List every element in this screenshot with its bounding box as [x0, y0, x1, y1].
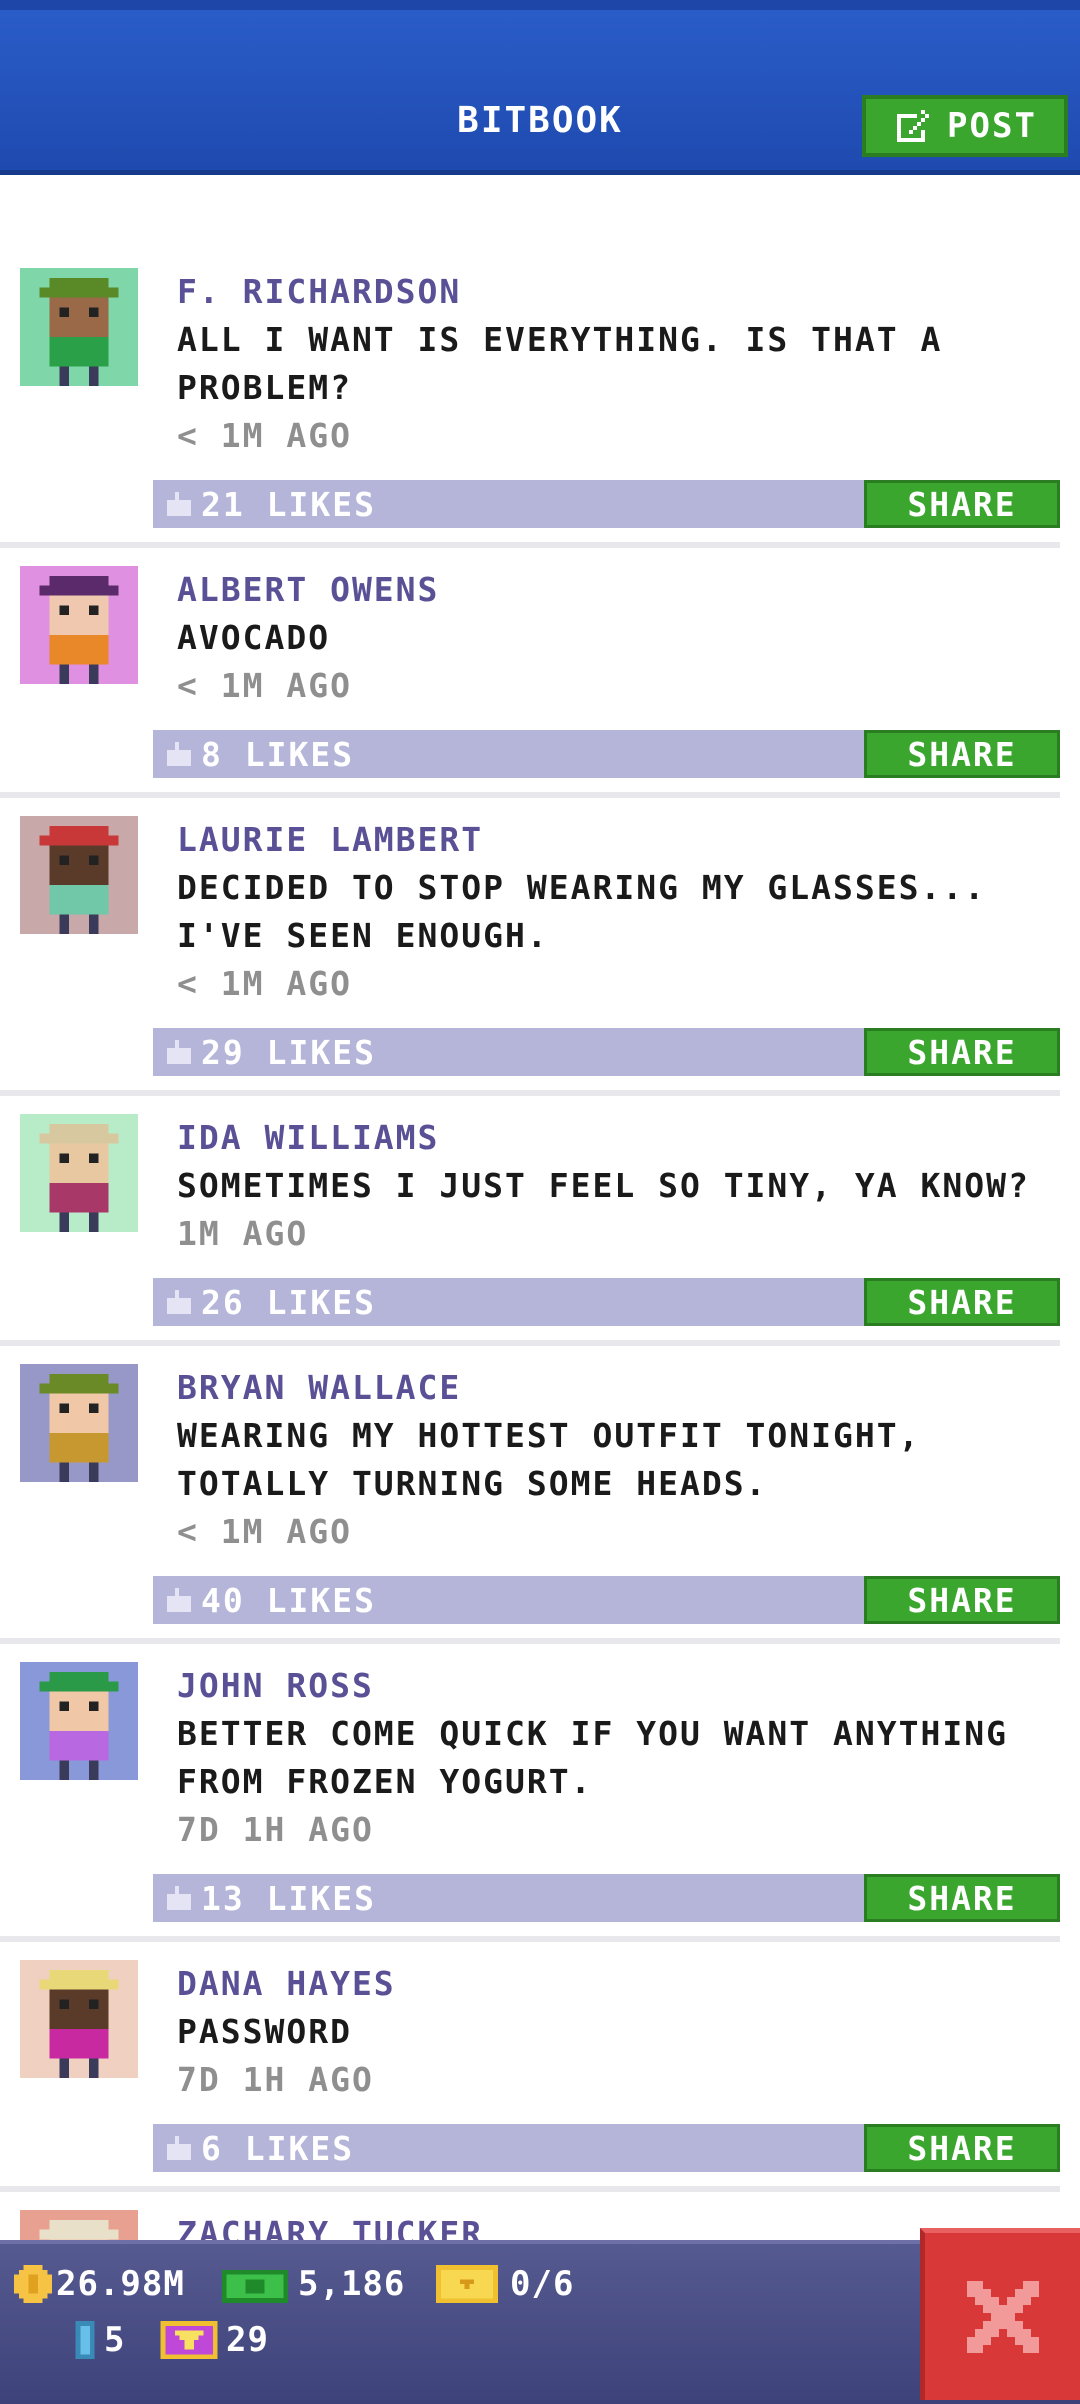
post-timestamp: < 1M AGO [177, 964, 352, 1003]
close-icon [966, 2280, 1039, 2353]
feed-post: DANA HAYES PASSWORD 7D 1H AGO 6 LIKES SHARE [0, 1942, 1080, 2192]
post-timestamp: 1M AGO [177, 1214, 309, 1253]
post-author: DANA HAYES [177, 1964, 396, 2003]
likes-bar[interactable]: 40 LIKES SHARE [153, 1576, 1060, 1624]
like-icon [167, 1290, 191, 1314]
post-timestamp: 7D 1H AGO [177, 1810, 374, 1849]
post-message-line: FROM FROZEN YOGURT. [177, 1762, 593, 1801]
post-author: BRYAN WALLACE [177, 1368, 462, 1407]
like-icon [167, 1886, 191, 1910]
likes-count: 8 LIKES [201, 734, 355, 774]
post-timestamp: < 1M AGO [177, 1512, 352, 1551]
post-message-line: DECIDED TO STOP WEARING MY GLASSES... [177, 868, 987, 907]
share-button[interactable]: SHARE [864, 1874, 1060, 1922]
avatar[interactable] [20, 816, 138, 934]
feed-list[interactable]: F. RICHARDSON ALL I WANT IS EVERYTHING. I… [0, 180, 1080, 2328]
close-button[interactable] [920, 2228, 1080, 2400]
avatar-sprite [39, 1123, 119, 1232]
post-message-line: TOTALLY TURNING SOME HEADS. [177, 1464, 768, 1503]
post-message-line: SOMETIMES I JUST FEEL SO TINY, YA KNOW? [177, 1166, 1030, 1205]
likes-bar[interactable]: 8 LIKES SHARE [153, 730, 1060, 778]
avatar-sprite [39, 1373, 119, 1482]
avatar[interactable] [20, 268, 138, 386]
elevator-icon [75, 2321, 95, 2359]
elevator-value: 5 [104, 2320, 126, 2360]
vip-icon [160, 2321, 218, 2359]
likes-count: 13 LIKES [201, 1878, 376, 1918]
elevator-stat: 5 [74, 2320, 125, 2360]
post-message-line: ALL I WANT IS EVERYTHING. IS THAT A [177, 320, 943, 359]
post-author: IDA WILLIAMS [177, 1118, 440, 1157]
bux-value: 5,186 [298, 2264, 406, 2304]
feed-post: F. RICHARDSON ALL I WANT IS EVERYTHING. I… [0, 180, 1080, 548]
bux-icon [222, 2269, 288, 2303]
share-button[interactable]: SHARE [864, 2124, 1060, 2172]
vip-stat: 29 [160, 2320, 269, 2360]
post-message-line: WEARING MY HOTTEST OUTFIT TONIGHT, [177, 1416, 921, 1455]
feed-post: ALBERT OWENS AVOCADO < 1M AGO 8 LIKES SHARE [0, 548, 1080, 798]
likes-bar[interactable]: 29 LIKES SHARE [153, 1028, 1060, 1076]
coins-stat: 26.98M [14, 2264, 185, 2304]
bux-stat: 5,186 [222, 2264, 405, 2304]
likes-bar[interactable]: 6 LIKES SHARE [153, 2124, 1060, 2172]
coin-icon [14, 2265, 52, 2303]
feed-post: IDA WILLIAMS SOMETIMES I JUST FEEL SO TIN… [0, 1096, 1080, 1346]
avatar[interactable] [20, 566, 138, 684]
app-header: BITBOOK POST [0, 0, 1080, 175]
avatar[interactable] [20, 1960, 138, 2078]
likes-bar[interactable]: 26 LIKES SHARE [153, 1278, 1060, 1326]
likes-bar[interactable]: 13 LIKES SHARE [153, 1874, 1060, 1922]
avatar-sprite [39, 825, 119, 934]
post-timestamp: < 1M AGO [177, 416, 352, 455]
likes-count: 6 LIKES [201, 2128, 355, 2168]
likes-count: 29 LIKES [201, 1032, 376, 1072]
tickets-stat: 0/6 [436, 2264, 574, 2304]
share-button[interactable]: SHARE [864, 480, 1060, 528]
post-author: F. RICHARDSON [177, 272, 462, 311]
post-author: JOHN ROSS [177, 1666, 374, 1705]
post-author: LAURIE LAMBERT [177, 820, 484, 859]
post-button[interactable]: POST [862, 95, 1068, 157]
avatar-sprite [39, 575, 119, 684]
avatar-sprite [39, 1969, 119, 2078]
avatar[interactable] [20, 1114, 138, 1232]
status-bar: 26.98M 5,186 0/6 5 29 [0, 2240, 1080, 2404]
likes-bar[interactable]: 21 LIKES SHARE [153, 480, 1060, 528]
share-button[interactable]: SHARE [864, 1278, 1060, 1326]
likes-count: 26 LIKES [201, 1282, 376, 1322]
share-button[interactable]: SHARE [864, 730, 1060, 778]
ticket-icon [436, 2265, 498, 2303]
post-timestamp: < 1M AGO [177, 666, 352, 705]
post-timestamp: 7D 1H AGO [177, 2060, 374, 2099]
like-icon [167, 1588, 191, 1612]
feed-post: BRYAN WALLACE WEARING MY HOTTEST OUTFIT T… [0, 1346, 1080, 1644]
like-icon [167, 2136, 191, 2160]
avatar-sprite [39, 277, 119, 386]
tickets-value: 0/6 [510, 2264, 575, 2304]
post-message-line: I'VE SEEN ENOUGH. [177, 916, 549, 955]
post-button-label: POST [947, 106, 1037, 146]
like-icon [167, 492, 191, 516]
avatar[interactable] [20, 1364, 138, 1482]
post-author: ALBERT OWENS [177, 570, 440, 609]
coins-value: 26.98M [56, 2264, 185, 2304]
avatar[interactable] [20, 1662, 138, 1780]
post-message-line: PASSWORD [177, 2012, 352, 2051]
like-icon [167, 742, 191, 766]
feed-post: JOHN ROSS BETTER COME QUICK IF YOU WANT A… [0, 1644, 1080, 1942]
post-message-line: AVOCADO [177, 618, 331, 657]
likes-count: 21 LIKES [201, 484, 376, 524]
share-button[interactable]: SHARE [864, 1576, 1060, 1624]
likes-count: 40 LIKES [201, 1580, 376, 1620]
vip-value: 29 [226, 2320, 269, 2360]
share-button[interactable]: SHARE [864, 1028, 1060, 1076]
post-message-line: BETTER COME QUICK IF YOU WANT ANYTHING [177, 1714, 1008, 1753]
post-message-line: PROBLEM? [177, 368, 352, 407]
edit-icon [897, 110, 930, 142]
avatar-sprite [39, 1671, 119, 1780]
like-icon [167, 1040, 191, 1064]
feed-post: LAURIE LAMBERT DECIDED TO STOP WEARING MY… [0, 798, 1080, 1096]
